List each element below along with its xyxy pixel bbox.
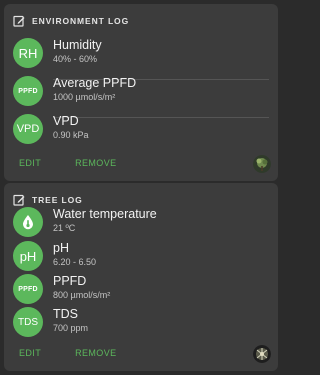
row-value: 800 µmol/s/m² — [53, 290, 111, 300]
water-drop-thermometer-icon — [23, 215, 33, 230]
plant-avatar-icon[interactable] — [253, 155, 271, 173]
environment-log-card: ENVIRONMENT LOG RH Humidity 40% - 60% PP… — [4, 4, 278, 181]
environment-log-title: ENVIRONMENT LOG — [32, 16, 130, 26]
row-value: 40% - 60% — [53, 54, 98, 64]
ppfd-badge: PPFD — [13, 274, 43, 304]
row-title: VPD — [53, 114, 79, 128]
ph-badge: pH — [13, 241, 43, 271]
edit-button[interactable]: EDIT — [19, 156, 41, 170]
row-value: 21 ºC — [53, 223, 76, 233]
row-value: 0.90 kPa — [53, 130, 89, 140]
environment-log-actions: EDIT REMOVE — [19, 156, 117, 170]
plant-avatar-icon[interactable] — [253, 345, 271, 363]
row-value: 700 ppm — [53, 323, 89, 333]
row-title: PPFD — [53, 274, 87, 288]
list-item-average-ppfd[interactable]: PPFD Average PPFD 1000 µmol/s/m² — [13, 76, 269, 118]
row-title: pH — [53, 241, 69, 255]
row-title: Humidity — [53, 38, 102, 52]
list-item-humidity[interactable]: RH Humidity 40% - 60% — [13, 38, 269, 80]
row-title: Average PPFD — [53, 76, 137, 90]
edit-note-icon — [13, 15, 25, 27]
edit-note-icon — [13, 194, 25, 206]
row-title: Water temperature — [53, 207, 157, 221]
list-item-vpd[interactable]: VPD VPD 0.90 kPa — [13, 114, 269, 156]
row-value: 6.20 - 6.50 — [53, 257, 97, 267]
environment-log-header: ENVIRONMENT LOG — [13, 14, 129, 28]
tree-log-title: TREE LOG — [32, 195, 83, 205]
tree-log-actions: EDIT REMOVE — [19, 346, 117, 360]
tree-log-card: TREE LOG Water temperature 21 ºC pH pH 6… — [4, 183, 278, 371]
row-title: TDS — [53, 307, 78, 321]
remove-button[interactable]: REMOVE — [75, 346, 116, 360]
rh-badge: RH — [13, 38, 43, 68]
list-item-tds[interactable]: TDS TDS 700 ppm — [13, 307, 269, 349]
vpd-badge: VPD — [13, 114, 43, 144]
edit-button[interactable]: EDIT — [19, 346, 41, 360]
row-value: 1000 µmol/s/m² — [53, 92, 116, 102]
water-temperature-badge — [13, 207, 43, 237]
tds-badge: TDS — [13, 307, 43, 337]
tree-log-header: TREE LOG — [13, 193, 83, 207]
remove-button[interactable]: REMOVE — [75, 156, 116, 170]
ppfd-badge: PPFD — [13, 76, 43, 106]
